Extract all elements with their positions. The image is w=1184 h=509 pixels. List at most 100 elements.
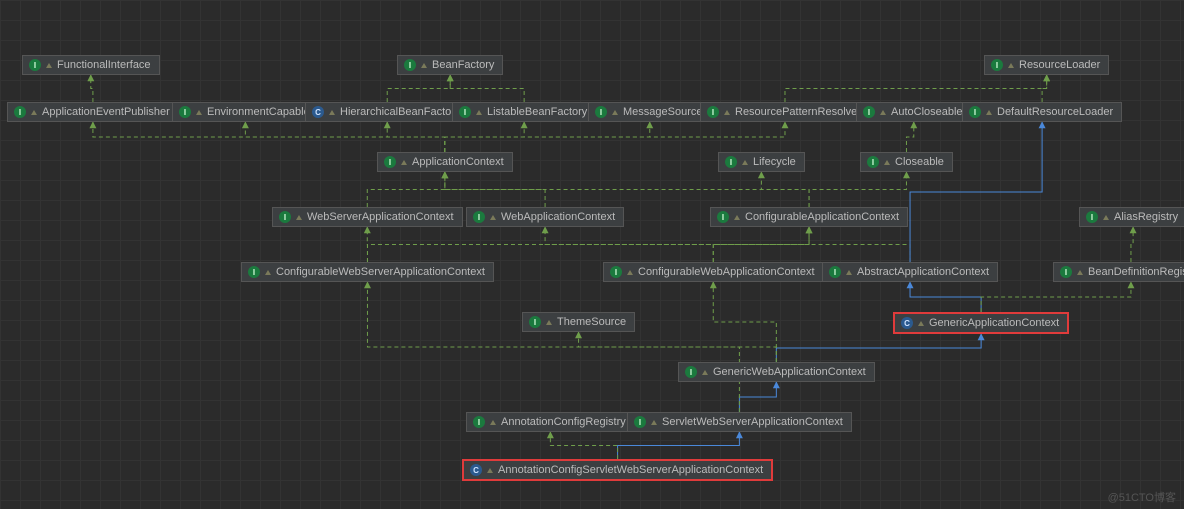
inherit-arrow-icon	[546, 320, 552, 325]
node-AutoCloseable[interactable]: IAutoCloseable	[856, 102, 972, 122]
node-ConfigurableApplicationContext[interactable]: IConfigurableApplicationContext	[710, 207, 908, 227]
edge-AnnotationConfigServletWebServerApplicationContext-to-AnnotationConfigRegistry	[550, 432, 617, 459]
edge-HierarchicalBeanFactory-to-BeanFactory	[387, 75, 450, 102]
edge-AnnotationConfigServletWebServerApplicationContext-to-ServletWebServerApplicationContext	[618, 432, 740, 459]
inherit-arrow-icon	[918, 321, 924, 326]
edges-layer	[0, 0, 1184, 509]
class-icon: C	[901, 317, 913, 329]
node-label: WebApplicationContext	[501, 211, 615, 223]
inherit-arrow-icon	[329, 110, 335, 115]
node-GenericApplicationContext[interactable]: CGenericApplicationContext	[893, 312, 1069, 334]
node-ThemeSource[interactable]: I ThemeSource	[522, 312, 635, 332]
edge-ApplicationEventPublisher-to-FunctionalInterface	[91, 75, 93, 102]
node-label: MessageSource	[623, 106, 703, 118]
edge-WebServerApplicationContext-to-ApplicationContext	[367, 172, 445, 207]
inherit-arrow-icon	[986, 110, 992, 115]
node-WebServerApplicationContext[interactable]: I WebServerApplicationContext	[272, 207, 463, 227]
node-label: ResourceLoader	[1019, 59, 1100, 71]
interface-icon: I	[867, 156, 879, 168]
node-label: ApplicationContext	[412, 156, 504, 168]
inherit-arrow-icon	[401, 160, 407, 165]
node-ServletWebServerApplicationContext[interactable]: I ServletWebServerApplicationContext	[627, 412, 852, 432]
edge-ConfigurableApplicationContext-to-Closeable	[809, 172, 906, 207]
inherit-arrow-icon	[265, 270, 271, 275]
interface-icon: I	[707, 106, 719, 118]
node-label: HierarchicalBeanFactory	[340, 106, 460, 118]
interface-icon: I	[404, 59, 416, 71]
node-label: Lifecycle	[753, 156, 796, 168]
interface-icon: I	[1060, 266, 1072, 278]
node-BeanFactory[interactable]: I BeanFactory	[397, 55, 503, 75]
node-label: ConfigurableApplicationContext	[745, 211, 899, 223]
interface-icon: I	[634, 416, 646, 428]
interface-icon: I	[969, 106, 981, 118]
node-ResourcePatternResolver[interactable]: IResourcePatternResolver	[700, 102, 870, 122]
node-ApplicationContext[interactable]: I ApplicationContext	[377, 152, 513, 172]
node-GenericWebApplicationContext[interactable]: IGenericWebApplicationContext	[678, 362, 875, 382]
interface-icon: I	[279, 211, 291, 223]
node-Lifecycle[interactable]: I Lifecycle	[718, 152, 805, 172]
edge-AbstractApplicationContext-to-ConfigurableApplicationContext	[809, 227, 910, 262]
node-DefaultResourceLoader[interactable]: IDefaultResourceLoader	[962, 102, 1122, 122]
interface-icon: I	[14, 106, 26, 118]
node-AliasRegistry[interactable]: IAliasRegistry	[1079, 207, 1184, 227]
inherit-arrow-icon	[196, 110, 202, 115]
node-label: ThemeSource	[557, 316, 626, 328]
node-Closeable[interactable]: I Closeable	[860, 152, 953, 172]
node-label: ServletWebServerApplicationContext	[662, 416, 843, 428]
node-ConfigurableWebServerApplicationContext[interactable]: IConfigurableWebServerApplicationContext	[241, 262, 494, 282]
edge-ServletWebServerApplicationContext-to-GenericWebApplicationContext	[739, 382, 776, 412]
node-AbstractApplicationContext[interactable]: IAbstractApplicationContext	[822, 262, 998, 282]
node-label: Closeable	[895, 156, 944, 168]
interface-icon: I	[595, 106, 607, 118]
edge-GenericWebApplicationContext-to-ConfigurableWebApplicationContext	[713, 282, 776, 362]
class-icon: C	[312, 106, 324, 118]
edge-ApplicationContext-to-EnvironmentCapable	[245, 122, 445, 152]
interface-icon: I	[384, 156, 396, 168]
edge-ApplicationContext-to-HierarchicalBeanFactory	[387, 122, 445, 152]
node-WebApplicationContext[interactable]: IWebApplicationContext	[466, 207, 624, 227]
node-AnnotationConfigServletWebServerApplicationContext[interactable]: CAnnotationConfigServletWebServerApplica…	[462, 459, 773, 481]
node-label: WebServerApplicationContext	[307, 211, 454, 223]
node-ResourceLoader[interactable]: IResourceLoader	[984, 55, 1109, 75]
edge-GenericApplicationContext-to-BeanDefinitionRegistry	[981, 282, 1131, 312]
edge-ConfigurableWebApplicationContext-to-ConfigurableApplicationContext	[713, 227, 809, 262]
edge-WebApplicationContext-to-ApplicationContext	[445, 172, 545, 207]
edge-DefaultResourceLoader-to-ResourceLoader	[1042, 75, 1047, 102]
interface-icon: I	[725, 156, 737, 168]
node-BeanDefinitionRegistry[interactable]: I BeanDefinitionRegistry	[1053, 262, 1184, 282]
node-EnvironmentCapable[interactable]: IEnvironmentCapable	[172, 102, 319, 122]
inherit-arrow-icon	[490, 215, 496, 220]
node-label: BeanFactory	[432, 59, 494, 71]
inherit-arrow-icon	[880, 110, 886, 115]
inherit-arrow-icon	[1103, 215, 1109, 220]
inherit-arrow-icon	[476, 110, 482, 115]
node-label: AnnotationConfigRegistry	[501, 416, 626, 428]
interface-icon: I	[829, 266, 841, 278]
inherit-arrow-icon	[490, 420, 496, 425]
interface-icon: I	[473, 416, 485, 428]
node-ApplicationEventPublisher[interactable]: I ApplicationEventPublisher	[7, 102, 179, 122]
inherit-arrow-icon	[31, 110, 37, 115]
inherit-arrow-icon	[487, 468, 493, 473]
node-AnnotationConfigRegistry[interactable]: I AnnotationConfigRegistry	[466, 412, 635, 432]
node-MessageSource[interactable]: I MessageSource	[588, 102, 712, 122]
node-label: ApplicationEventPublisher	[42, 106, 170, 118]
node-ListableBeanFactory[interactable]: IListableBeanFactory	[452, 102, 596, 122]
interface-icon: I	[863, 106, 875, 118]
edge-ApplicationContext-to-ListableBeanFactory	[445, 122, 524, 152]
edge-ListableBeanFactory-to-BeanFactory	[450, 75, 524, 102]
edge-ServletWebServerApplicationContext-to-ConfigurableWebServerApplicationContext	[367, 282, 739, 412]
edge-GenericWebApplicationContext-to-GenericApplicationContext	[776, 334, 981, 362]
node-label: BeanDefinitionRegistry	[1088, 266, 1184, 278]
node-ConfigurableWebApplicationContext[interactable]: IConfigurableWebApplicationContext	[603, 262, 824, 282]
edge-ApplicationContext-to-ApplicationEventPublisher	[93, 122, 445, 152]
node-HierarchicalBeanFactory[interactable]: C HierarchicalBeanFactory	[305, 102, 469, 122]
inherit-arrow-icon	[651, 420, 657, 425]
node-label: GenericWebApplicationContext	[713, 366, 866, 378]
node-label: EnvironmentCapable	[207, 106, 310, 118]
interface-icon: I	[529, 316, 541, 328]
interface-icon: I	[459, 106, 471, 118]
node-FunctionalInterface[interactable]: IFunctionalInterface	[22, 55, 160, 75]
inherit-arrow-icon	[296, 215, 302, 220]
